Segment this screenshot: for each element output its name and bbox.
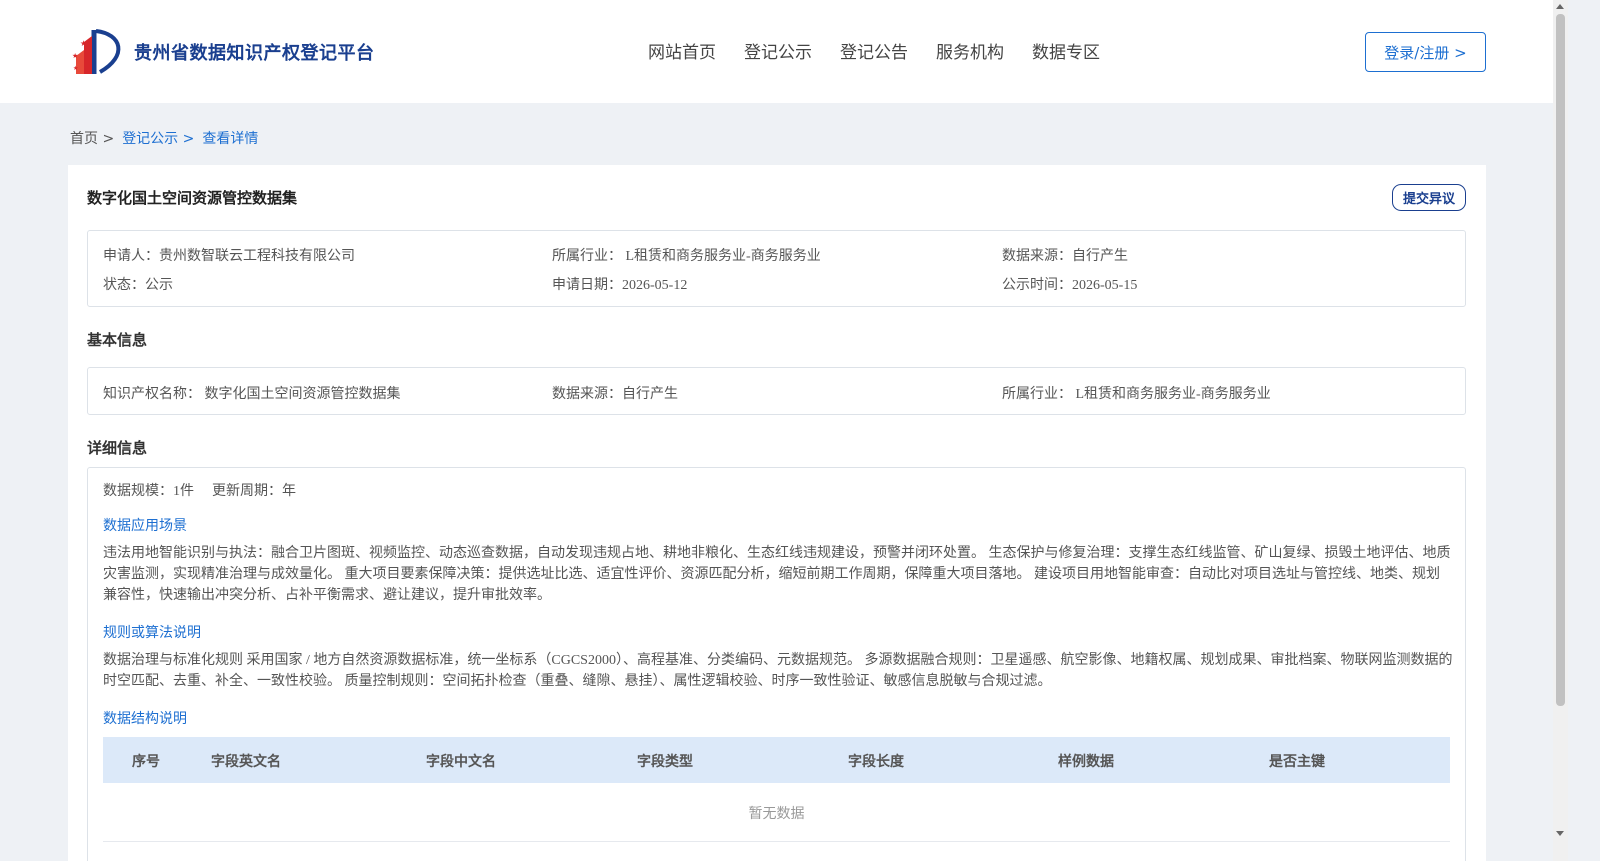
breadcrumb-publicity[interactable]: 登记公示 > — [122, 128, 194, 148]
nav-home[interactable]: 网站首页 — [648, 38, 716, 63]
site-header: ★ ★ ★ 贵州省数据知识产权登记平台 网站首页 登记公示 登记公告 服务机构 … — [0, 0, 1553, 103]
login-register-button[interactable]: 登录/注册 > — [1365, 32, 1486, 72]
nav-service-agencies[interactable]: 服务机构 — [936, 38, 1004, 63]
status-value: 状态：公示 — [103, 278, 173, 293]
page-title: 数字化国土空间资源管控数据集 — [87, 189, 298, 207]
summary-panel: 申请人：贵州数智联云工程科技有限公司 所属行业： L租赁和商务服务业-商务服务业… — [87, 230, 1466, 307]
scroll-thumb[interactable] — [1556, 14, 1565, 706]
scroll-up-arrow-icon[interactable] — [1556, 4, 1564, 9]
column-header-field-cn: 字段中文名 — [426, 754, 496, 770]
apply-date-value: 申请日期：2026-05-12 — [552, 278, 688, 293]
breadcrumb-home[interactable]: 首页 > — [70, 128, 114, 148]
page-scrollbar[interactable] — [1553, 0, 1568, 861]
site-logo[interactable]: ★ ★ ★ 贵州省数据知识产权登记平台 — [70, 26, 375, 78]
column-header-primary-key: 是否主键 — [1269, 754, 1325, 770]
basic-source-value: 数据来源：自行产生 — [552, 387, 678, 402]
applicant-value: 申请人：贵州数智联云工程科技有限公司 — [103, 249, 355, 264]
table-empty-state: 暂无数据 — [103, 784, 1450, 842]
nav-registration-announcement[interactable]: 登记公告 — [840, 38, 908, 63]
scenario-text: 违法用地智能识别与执法：融合卫片图斑、视频监控、动态巡查数据，自动发现违规占地、… — [103, 546, 1451, 603]
column-header-field-length: 字段长度 — [848, 754, 904, 770]
data-scale-value: 数据规模：1件 — [103, 484, 194, 499]
column-header-index: 序号 — [132, 754, 160, 770]
breadcrumb: 首页 > 登记公示 > 查看详情 — [70, 128, 258, 148]
industry-value: 所属行业： L租赁和商务服务业-商务服务业 — [552, 249, 821, 264]
breadcrumb-details[interactable]: 查看详情 — [202, 128, 258, 148]
column-header-field-type: 字段类型 — [637, 754, 693, 770]
structure-table-header: 序号 字段英文名 字段中文名 字段类型 字段长度 样例数据 是否主键 — [103, 737, 1450, 783]
basic-info-heading: 基本信息 — [87, 331, 148, 349]
detail-info-panel: 数据规模：1件 更新周期：年 数据应用场景 违法用地智能识别与执法：融合卫片图斑… — [87, 467, 1466, 861]
svg-text:★: ★ — [80, 39, 87, 48]
record-detail-card: 数字化国土空间资源管控数据集 提交异议 申请人：贵州数智联云工程科技有限公司 所… — [68, 165, 1486, 861]
rules-text: 数据治理与标准化规则 采用国家 / 地方自然资源数据标准，统一坐标系（CGCS2… — [103, 653, 1453, 689]
detail-info-heading: 详细信息 — [87, 439, 148, 457]
submit-objection-button[interactable]: 提交异议 — [1392, 184, 1466, 211]
data-source-value: 数据来源：自行产生 — [1002, 249, 1128, 264]
nav-registration-publicity[interactable]: 登记公示 — [744, 38, 812, 63]
structure-heading: 数据结构说明 — [103, 711, 187, 727]
basic-info-panel: 知识产权名称： 数字化国土空间资源管控数据集 数据来源：自行产生 所属行业： L… — [87, 367, 1466, 415]
site-name: 贵州省数据知识产权登记平台 — [134, 43, 375, 64]
basic-industry-value: 所属行业： L租赁和商务服务业-商务服务业 — [1002, 387, 1271, 402]
rules-heading: 规则或算法说明 — [103, 625, 201, 641]
column-header-sample: 样例数据 — [1058, 754, 1114, 770]
main-nav: 网站首页 登记公示 登记公告 服务机构 数据专区 — [648, 38, 1100, 63]
scroll-down-arrow-icon[interactable] — [1556, 831, 1564, 836]
logo-icon: ★ ★ ★ — [72, 29, 121, 74]
publish-date-value: 公示时间：2026-05-15 — [1002, 278, 1138, 293]
nav-data-zone[interactable]: 数据专区 — [1032, 38, 1100, 63]
svg-text:★: ★ — [72, 52, 78, 60]
ip-name-value: 知识产权名称： 数字化国土空间资源管控数据集 — [103, 387, 401, 402]
scenario-heading: 数据应用场景 — [103, 518, 187, 534]
column-header-field-en: 字段英文名 — [211, 754, 281, 770]
update-cycle-value: 更新周期：年 — [212, 484, 296, 499]
svg-text:★: ★ — [73, 65, 78, 72]
